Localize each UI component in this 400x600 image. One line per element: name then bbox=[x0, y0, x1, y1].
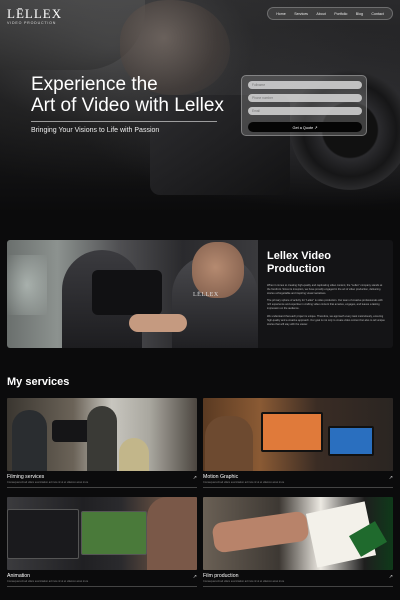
hero-title-line2: Art of Video with Lellex bbox=[31, 95, 224, 116]
service-image-film-production bbox=[203, 497, 393, 570]
service-description: Consequat elit ad ullam exercitation ad … bbox=[203, 481, 285, 484]
fullname-input[interactable] bbox=[248, 81, 362, 89]
hero-subtitle: Bringing Your Visions to Life with Passi… bbox=[31, 127, 160, 134]
nav-home[interactable]: Home bbox=[276, 12, 286, 16]
service-name: Filming services bbox=[7, 474, 45, 480]
filming-photo-director bbox=[87, 406, 117, 471]
motion-photo-laptop bbox=[328, 426, 374, 456]
about-title: Lellex Video Production bbox=[267, 250, 331, 276]
get-quote-button[interactable]: Get a Quote ↗ bbox=[248, 122, 362, 132]
about-photo-camera bbox=[92, 270, 162, 315]
about-photo-hand bbox=[129, 314, 187, 332]
arrow-up-right-icon[interactable]: ↗ bbox=[193, 475, 197, 481]
about-photo-window-light bbox=[7, 255, 47, 315]
service-image-filming bbox=[7, 398, 197, 471]
about-photo-head bbox=[192, 242, 244, 298]
service-image-animation bbox=[7, 497, 197, 570]
filming-photo-subject bbox=[119, 438, 149, 471]
about-title-line1: Lellex Video bbox=[267, 250, 331, 262]
arrow-up-right-icon[interactable]: ↗ bbox=[389, 475, 393, 481]
service-description: Consequat elit ad ullam exercitation ad … bbox=[7, 580, 89, 583]
service-divider bbox=[7, 586, 197, 587]
arrow-up-right-icon[interactable]: ↗ bbox=[389, 574, 393, 580]
hero-section: LĒLLEX VIDEO PRODUCTION Home Services Ab… bbox=[0, 0, 400, 212]
about-title-line2: Production bbox=[267, 263, 326, 275]
service-divider bbox=[7, 487, 197, 488]
service-description: Consequat elit ad ullam exercitation ad … bbox=[203, 580, 285, 583]
nav-contact[interactable]: Contact bbox=[371, 12, 383, 16]
about-paragraph: When it comes to creating high-quality a… bbox=[267, 284, 383, 296]
nav-portfolio[interactable]: Portfolio bbox=[334, 12, 347, 16]
hero-title-line1: Experience the bbox=[31, 74, 158, 95]
about-description: When it comes to creating high-quality a… bbox=[267, 284, 385, 330]
email-input[interactable] bbox=[248, 107, 362, 115]
arrow-up-right-icon[interactable]: ↗ bbox=[193, 574, 197, 580]
animation-photo-monitor-left bbox=[7, 509, 79, 559]
top-navigation: Home Services About Portfolio Blog Conta… bbox=[267, 7, 393, 20]
hero-divider bbox=[31, 121, 217, 122]
filming-photo-person bbox=[12, 410, 47, 471]
nav-blog[interactable]: Blog bbox=[356, 12, 363, 16]
hero-title: Experience the Art of Video with Lellex bbox=[31, 74, 224, 116]
motion-photo-person bbox=[205, 416, 253, 471]
arrow-up-right-icon: ↗ bbox=[314, 125, 318, 130]
about-photo-shirt-logo: LĒLLEX bbox=[193, 292, 219, 298]
about-paragraph: We understand that each project is uniqu… bbox=[267, 314, 385, 326]
logo-tagline: VIDEO PRODUCTION bbox=[7, 21, 57, 25]
service-name: Animation bbox=[7, 573, 31, 579]
animation-photo-person bbox=[147, 497, 197, 570]
phone-input[interactable] bbox=[248, 94, 362, 102]
motion-photo-monitor bbox=[261, 412, 323, 452]
filming-photo-camera bbox=[52, 420, 92, 442]
nav-about[interactable]: About bbox=[316, 12, 325, 16]
service-divider bbox=[203, 487, 393, 488]
service-divider bbox=[203, 586, 393, 587]
service-image-motion-graphic bbox=[203, 398, 393, 471]
logo-wordmark: LĒLLEX bbox=[7, 6, 63, 21]
film-photo-hands bbox=[211, 510, 310, 554]
nav-services[interactable]: Services bbox=[294, 12, 308, 16]
brand-logo[interactable]: LĒLLEX VIDEO PRODUCTION bbox=[7, 7, 62, 25]
service-name: Film production bbox=[203, 573, 239, 579]
service-description: Consequat elit ad ullam exercitation ad … bbox=[7, 481, 89, 484]
about-photo: LĒLLEX bbox=[7, 240, 258, 348]
about-paragraph: The primary sphere of activity for "Lell… bbox=[267, 299, 383, 311]
services-title: My services bbox=[7, 376, 70, 388]
get-quote-label: Get a Quote bbox=[292, 125, 314, 130]
quote-form: Get a Quote ↗ bbox=[241, 75, 367, 136]
service-name: Motion Graphic bbox=[203, 474, 239, 480]
animation-photo-monitor-right bbox=[81, 511, 147, 555]
